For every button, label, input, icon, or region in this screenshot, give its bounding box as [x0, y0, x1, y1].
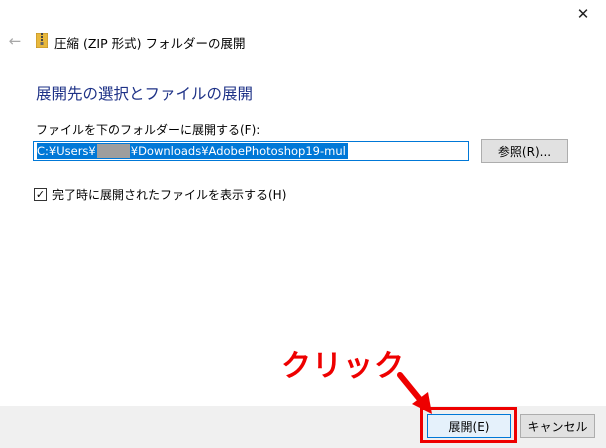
window-title: 圧縮 (ZIP 形式) フォルダーの展開: [54, 36, 246, 51]
path-prefix: C:¥Users¥: [37, 144, 96, 158]
page-heading: 展開先の選択とファイルの展開: [36, 85, 254, 103]
destination-label: ファイルを下のフォルダーに展開する(F):: [36, 123, 261, 137]
cancel-button[interactable]: キャンセル: [520, 414, 595, 438]
close-icon: ✕: [576, 5, 590, 23]
show-files-option[interactable]: ✓ 完了時に展開されたファイルを表示する(H): [34, 186, 286, 203]
destination-path-input[interactable]: C:¥Users¥ ¥Downloads¥AdobePhotoshop19-mu…: [33, 141, 469, 161]
show-files-label: 完了時に展開されたファイルを表示する(H): [52, 188, 287, 202]
click-annotation-text: クリック: [281, 349, 405, 384]
redacted-username: [96, 144, 130, 158]
browse-button[interactable]: 参照(R)...: [481, 139, 568, 163]
back-button[interactable]: ←: [6, 31, 24, 51]
zip-folder-icon: [36, 33, 48, 48]
show-files-checkbox[interactable]: ✓: [34, 188, 47, 201]
path-suffix: ¥Downloads¥AdobePhotoshop19-mul: [130, 144, 346, 158]
checkmark-icon: ✓: [35, 188, 46, 201]
selected-path-text: C:¥Users¥ ¥Downloads¥AdobePhotoshop19-mu…: [37, 143, 348, 159]
back-arrow-icon: ←: [8, 32, 22, 50]
annotation-arrow-icon: [397, 372, 432, 414]
close-button[interactable]: ✕: [560, 0, 606, 28]
